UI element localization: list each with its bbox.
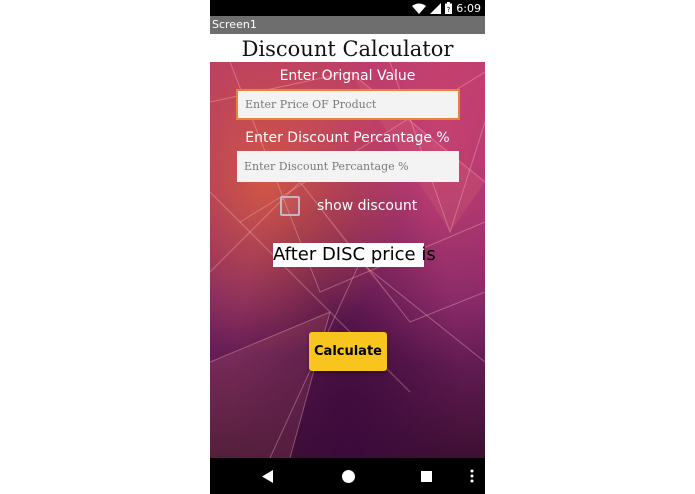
app-heading: Discount Calculator (210, 34, 485, 62)
status-time: 6:09 (456, 1, 481, 15)
show-discount-label: show discount (317, 198, 418, 214)
phone-screen: ? 6:09 Screen1 Discount Calculator Enter… (210, 0, 485, 494)
battery-icon: ? (445, 2, 453, 14)
signal-icon (430, 2, 442, 14)
back-icon (262, 469, 273, 483)
nav-recent-apps-button[interactable] (406, 458, 446, 494)
price-label: Enter Orignal Value (279, 68, 416, 84)
show-discount-checkbox[interactable] (280, 196, 300, 216)
recent-apps-icon (420, 470, 432, 482)
calculate-button[interactable]: Calculate (309, 332, 387, 371)
wifi-icon (412, 3, 427, 14)
nav-overflow-menu-button[interactable] (462, 458, 482, 494)
show-discount-row[interactable]: show discount (280, 195, 417, 217)
status-bar: ? 6:09 (210, 0, 485, 16)
discount-input[interactable] (237, 151, 459, 182)
navigation-bar (210, 458, 485, 494)
result-label: After DISC price is (273, 243, 436, 267)
nav-back-button[interactable] (248, 458, 288, 494)
home-icon (341, 469, 355, 483)
status-icons: ? 6:09 (412, 1, 481, 15)
window-title: Screen1 (212, 18, 257, 31)
svg-text:?: ? (447, 6, 451, 14)
discount-label: Enter Discount Percantage % (245, 130, 450, 146)
app-content: Enter Orignal Value Enter Discount Perca… (210, 62, 485, 458)
overflow-menu-icon (470, 469, 474, 483)
price-input[interactable] (236, 89, 460, 120)
window-title-bar: Screen1 (210, 16, 485, 34)
nav-home-button[interactable] (328, 458, 368, 494)
